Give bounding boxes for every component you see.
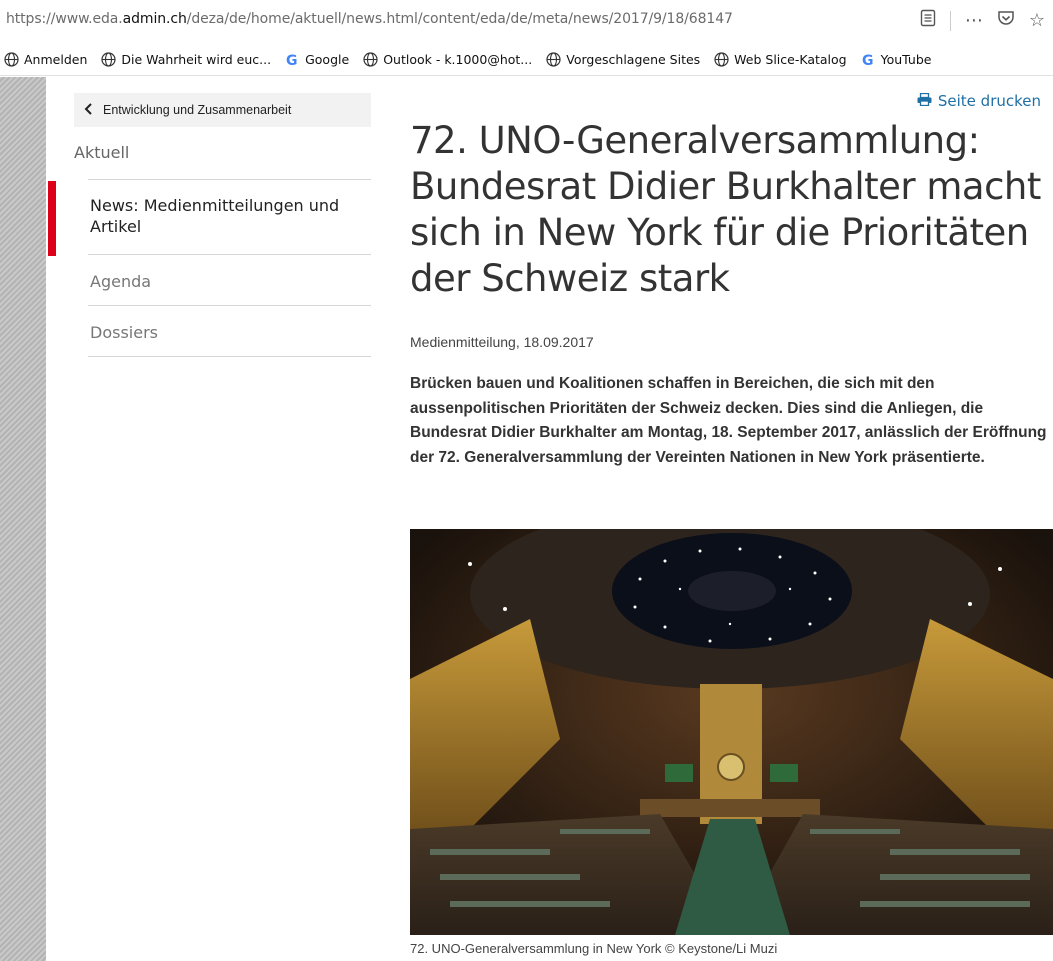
nav-section-title[interactable]: Aktuell (74, 143, 129, 162)
print-label: Seite drucken (937, 92, 1041, 110)
print-page-link[interactable]: Seite drucken (917, 92, 1041, 110)
bookmark-item[interactable]: Web Slice-Katalog (714, 52, 847, 67)
pocket-icon[interactable] (997, 9, 1015, 32)
sidebar-item-news[interactable]: News: Medienmitteilungen und Artikel (90, 195, 370, 237)
back-link-label: Entwicklung und Zusammenarbeit (103, 103, 292, 117)
bookmark-item[interactable]: G Google (285, 52, 349, 67)
bookmark-item[interactable]: G YouTube (861, 52, 932, 67)
sidebar-item-agenda[interactable]: Agenda (90, 272, 151, 291)
bookmark-item[interactable]: Outlook - k.1000@hot... (363, 52, 532, 67)
article-photo (410, 529, 1053, 935)
address-bar[interactable]: https://www.eda.admin.ch/deza/de/home/ak… (0, 0, 1053, 44)
bookmarks-bar: Anmelden Die Wahrheit wird euc... G Google O… (0, 44, 1053, 76)
sidebar-item-dossiers[interactable]: Dossiers (90, 323, 158, 342)
bookmark-label: Outlook - k.1000@hot... (383, 52, 533, 67)
bookmark-label: Die Wahrheit wird euc... (121, 52, 272, 67)
globe-icon (363, 52, 378, 67)
bookmark-item[interactable]: Anmelden (4, 52, 87, 67)
globe-icon (714, 52, 729, 67)
nav-divider (88, 254, 371, 255)
bookmark-item[interactable]: Die Wahrheit wird euc... (101, 52, 271, 67)
bookmark-label: Anmelden (24, 52, 88, 67)
bookmark-label: Google (305, 52, 350, 67)
globe-icon (546, 52, 561, 67)
bookmark-item[interactable]: Vorgeschlagene Sites (546, 52, 700, 67)
bookmark-label: YouTube (880, 52, 932, 67)
globe-icon (101, 52, 116, 67)
more-actions-icon[interactable]: ⋯ (965, 10, 983, 31)
chevron-left-icon (84, 102, 93, 118)
nav-divider (88, 356, 371, 357)
active-indicator (48, 181, 56, 256)
nav-divider (88, 305, 371, 306)
google-icon: G (861, 52, 876, 67)
google-icon: G (285, 52, 300, 67)
article-meta: Medienmitteilung, 18.09.2017 (410, 334, 594, 350)
page-side-stripe (0, 77, 46, 961)
article-lead: Brücken bauen und Koalitionen schaffen i… (410, 375, 1047, 466)
photo-caption: 72. UNO-Generalversammlung in New York ©… (410, 941, 778, 956)
svg-text:G: G (286, 53, 298, 67)
bookmark-label: Web Slice-Katalog (734, 52, 847, 67)
bookmark-star-icon[interactable]: ☆ (1029, 10, 1045, 31)
back-link[interactable]: Entwicklung und Zusammenarbeit (74, 93, 371, 127)
page-title: 72. UNO-Generalversammlung: Bundesrat Di… (410, 119, 1041, 300)
svg-text:G: G (862, 53, 874, 67)
reader-view-icon[interactable] (920, 9, 936, 32)
globe-icon (4, 52, 19, 67)
printer-icon (917, 92, 932, 110)
nav-divider (88, 179, 371, 180)
bookmark-label: Vorgeschlagene Sites (566, 52, 701, 67)
url-text[interactable]: https://www.eda.admin.ch/deza/de/home/ak… (6, 11, 733, 27)
toolbar-divider (949, 10, 951, 31)
